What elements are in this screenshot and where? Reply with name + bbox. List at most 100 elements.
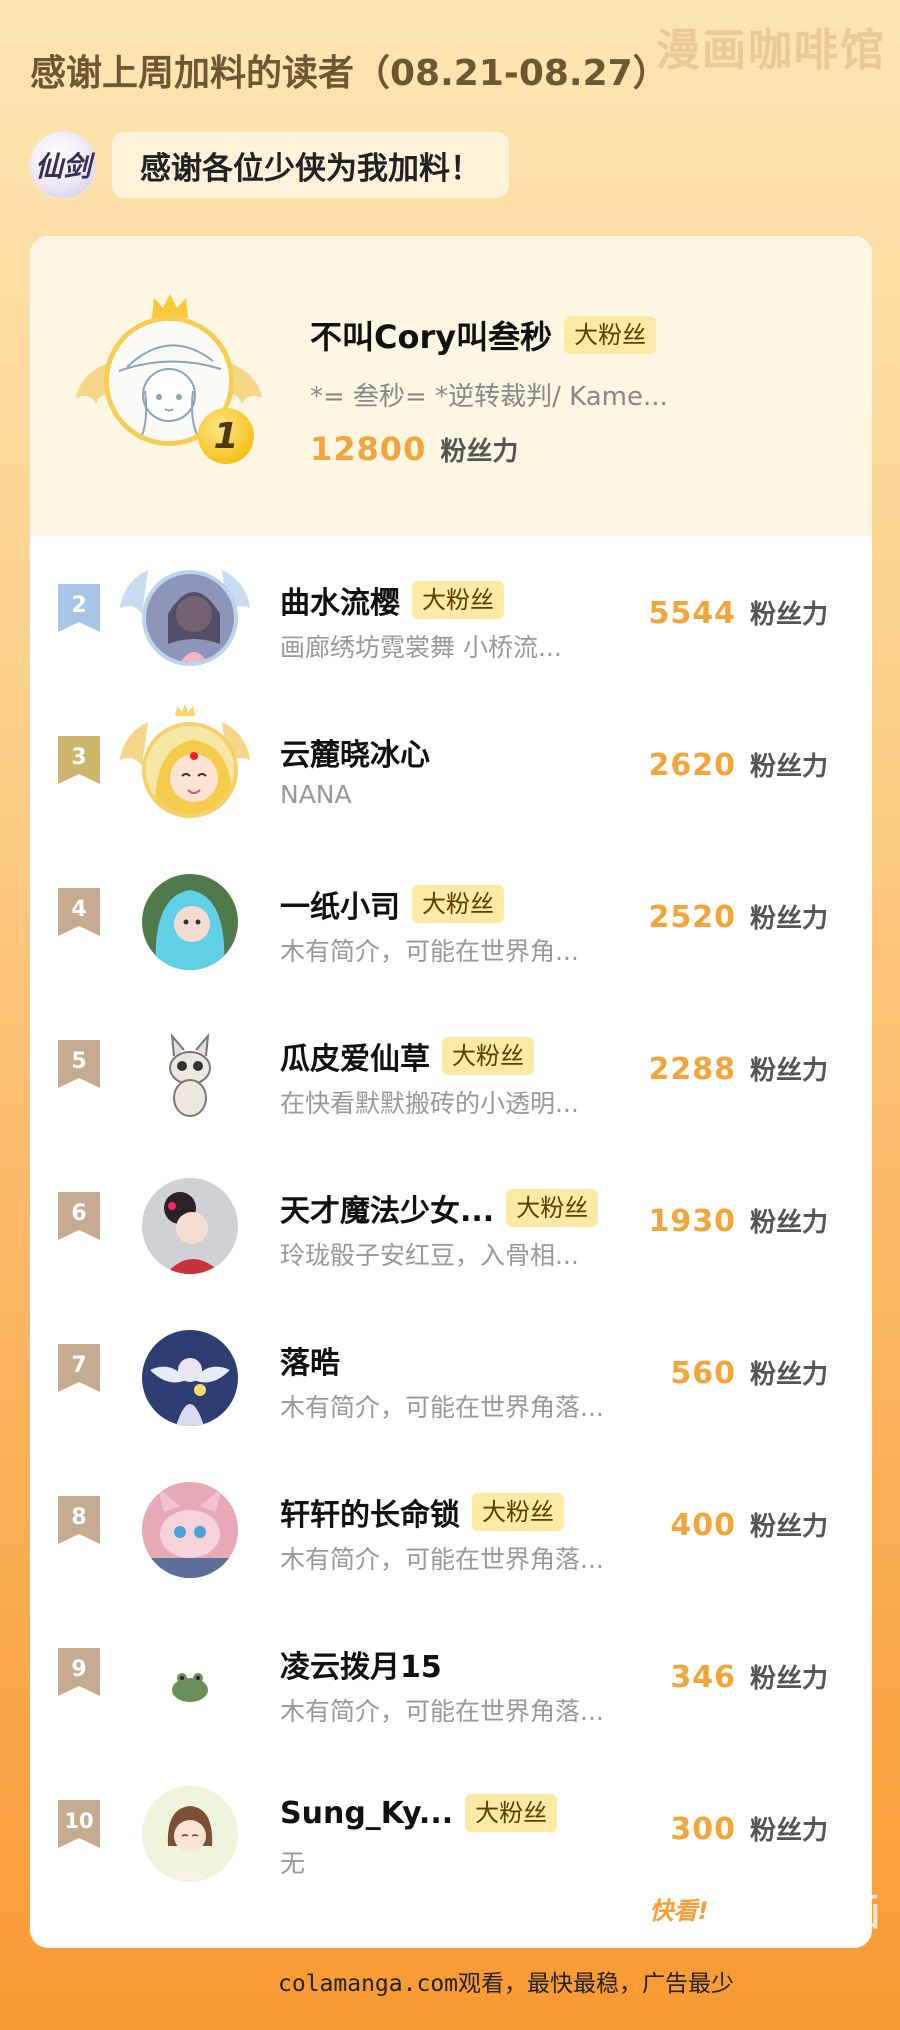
user-bio: *= 叁秒= *逆转裁判/ Kame... (310, 382, 668, 412)
list-item[interactable]: 7 落晧 木有简介，可能在世界角落... 560 粉丝力 (30, 1296, 872, 1446)
rank-flag-icon: 10 (58, 1800, 100, 1848)
score-value: 300 (670, 1812, 736, 1847)
avatar-frame (120, 1766, 250, 1886)
svg-text:5: 5 (71, 1049, 86, 1074)
thanks-message: 感谢各位少侠为我加料！ (112, 132, 509, 198)
user-bio: 木有简介，可能在世界角落... (280, 1697, 604, 1726)
svg-text:4: 4 (71, 897, 86, 922)
rank-flag-icon: 3 (58, 736, 100, 784)
list-item[interactable]: 5 瓜皮爱仙草 大粉丝 在快看默默搬砖的小透明... 2288 粉丝力 (30, 992, 872, 1142)
top1-avatar-frame: 1 (74, 292, 264, 482)
username: 轩轩的长命锁 (280, 1498, 460, 1533)
fan-power-score: 2288 粉丝力 (648, 1050, 828, 1087)
user-bio: NANA (280, 780, 352, 809)
list-item[interactable]: 6 天才魔法少女... 大粉丝 玲珑骰子安红豆，入骨相... 1930 粉丝力 (30, 1144, 872, 1294)
row-name: 瓜皮爱仙草 大粉丝 (280, 1034, 534, 1078)
watermark-label: 快看漫画 (727, 1889, 880, 1934)
avatar-frame (120, 854, 250, 974)
avatar-frame (120, 1614, 250, 1734)
leaderboard-card: 1 不叫Cory叫叁秒 大粉丝 *= 叁秒= *逆转裁判/ Kame... 12… (30, 236, 872, 1948)
list-item[interactable]: 9 凌云拨月15 木有简介，可能在世界角落... 346 粉丝力 (30, 1600, 872, 1750)
score-value: 2288 (648, 1052, 736, 1087)
avatar-frame (120, 702, 250, 822)
score-unit: 粉丝力 (749, 1360, 828, 1390)
ancient-girl-avatar-icon (142, 1178, 238, 1274)
svg-text:7: 7 (71, 1353, 86, 1378)
rank-flag-icon: 8 (58, 1496, 100, 1544)
page-title: 感谢上周加料的读者（08.21-08.27） (30, 53, 669, 94)
avatar-frame (120, 1462, 250, 1582)
row-name: 落晧 (280, 1338, 340, 1382)
username: 一纸小司 (280, 890, 400, 925)
watermark-text: 漫画咖啡馆 (656, 25, 886, 76)
score-unit: 粉丝力 (749, 1512, 828, 1542)
fan-power-score: 560 粉丝力 (670, 1354, 828, 1391)
fan-power-score: 2620 粉丝力 (648, 746, 828, 783)
avatar[interactable] (142, 1634, 238, 1730)
username: 瓜皮爱仙草 (280, 1042, 430, 1077)
pink-bunny-avatar-icon (142, 1482, 238, 1578)
fan-power-score: 5544 粉丝力 (648, 594, 828, 631)
angel-girl-avatar-icon (142, 1330, 238, 1426)
fan-tag: 大粉丝 (506, 1189, 599, 1227)
cosplay-girl-avatar-icon (142, 874, 238, 970)
green-frog-avatar-icon (142, 1634, 238, 1730)
avatar[interactable] (142, 570, 238, 666)
rank-flag-icon: 7 (58, 1344, 100, 1392)
list-item[interactable]: 4 一纸小司 大粉丝 木有简介，可能在世界角... 2520 粉丝力 (30, 840, 872, 990)
kuaikan-watermark: 快看! 快看漫画 (643, 1876, 880, 1940)
svg-text:3: 3 (71, 745, 86, 770)
avatar[interactable] (142, 722, 238, 818)
avatar[interactable] (142, 1178, 238, 1274)
fan-tag: 大粉丝 (412, 885, 504, 923)
page: { "watermark_top": "漫画咖啡馆", "header": { … (0, 0, 900, 2030)
score-value: 400 (670, 1508, 736, 1543)
username: Sung_Ky... (280, 1795, 454, 1831)
svg-text:2: 2 (71, 593, 86, 618)
fan-power-score: 12800 粉丝力 (310, 430, 518, 468)
row-name: 凌云拨月15 (280, 1642, 442, 1686)
score-unit: 粉丝力 (749, 1208, 828, 1238)
score-unit: 粉丝力 (749, 1816, 828, 1846)
list-item[interactable]: 3 云麓晓冰心 NANA 2620 粉丝力 (30, 688, 872, 838)
avatar-frame (120, 1158, 250, 1278)
score-value: 1930 (648, 1204, 736, 1239)
list-item[interactable]: 2 曲水流樱 大粉丝 画廊绣坊霓裳舞 小桥流... 5544 粉丝力 (30, 536, 872, 686)
avatar[interactable] (142, 1026, 238, 1122)
username: 曲水流樱 (280, 586, 400, 621)
row-name: 轩轩的长命锁 大粉丝 (280, 1490, 564, 1534)
fan-tag: 大粉丝 (412, 581, 504, 619)
avatar[interactable] (142, 874, 238, 970)
rank-flag-icon: 9 (58, 1648, 100, 1696)
row-name: 曲水流樱 大粉丝 (280, 578, 504, 622)
rank-flag-icon: 4 (58, 888, 100, 936)
score-value: 560 (670, 1356, 736, 1391)
username: 云麓晓冰心 (280, 738, 430, 773)
username: 落晧 (280, 1346, 340, 1381)
rank-flag-icon: 6 (58, 1192, 100, 1240)
avatar[interactable] (142, 1330, 238, 1426)
top1-entry[interactable]: 1 不叫Cory叫叁秒 大粉丝 *= 叁秒= *逆转裁判/ Kame... 12… (30, 236, 872, 536)
fan-power-score: 300 粉丝力 (670, 1810, 828, 1847)
user-bio: 画廊绣坊霓裳舞 小桥流... (280, 633, 562, 662)
fan-tag: 大粉丝 (472, 1493, 564, 1531)
score-unit: 粉丝力 (749, 600, 828, 630)
row-name: 一纸小司 大粉丝 (280, 882, 504, 926)
score-unit: 粉丝力 (440, 437, 519, 467)
sakura-girl-avatar-icon (146, 574, 234, 662)
thanks-banner: 仙剑 感谢各位少侠为我加料！ (28, 128, 509, 202)
svg-text:6: 6 (71, 1201, 86, 1226)
footer-text: colamanga.com观看，最快最稳，广告最少 (278, 1971, 735, 1997)
list-item[interactable]: 8 轩轩的长命锁 大粉丝 木有简介，可能在世界角落... 400 粉丝力 (30, 1448, 872, 1598)
cartoon-cat-avatar-icon (142, 1026, 238, 1122)
row-name: 云麓晓冰心 (280, 730, 430, 774)
score-unit: 粉丝力 (749, 904, 828, 934)
avatar[interactable] (142, 1482, 238, 1578)
user-bio: 木有简介，可能在世界角落... (280, 1393, 604, 1422)
avatar[interactable] (142, 1786, 238, 1882)
user-bio: 在快看默默搬砖的小透明... (280, 1089, 579, 1118)
row-name: Sung_Ky... 大粉丝 (280, 1794, 558, 1832)
top1-name[interactable]: 不叫Cory叫叁秒 大粉丝 (310, 312, 657, 358)
user-bio: 木有简介，可能在世界角落... (280, 1545, 604, 1574)
fan-tag: 大粉丝 (442, 1037, 534, 1075)
